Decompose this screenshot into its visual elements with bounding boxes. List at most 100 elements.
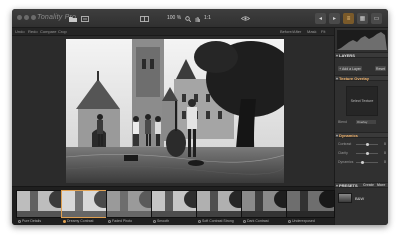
favorite-circle-icon[interactable] <box>153 219 156 223</box>
subbar-crop[interactable]: Crop <box>58 29 67 34</box>
current-preset-thumbnail[interactable] <box>338 193 352 203</box>
preset-thumbnail-label: Faded Photo <box>106 219 155 223</box>
arrow-right-icon: ▸ <box>332 16 336 22</box>
favorite-circle-icon[interactable] <box>198 219 201 223</box>
add-layer-button[interactable]: + Add a Layer <box>338 66 362 71</box>
slider-track[interactable] <box>356 162 378 163</box>
preview-toggle-button[interactable] <box>237 13 253 24</box>
preset-thumbnail[interactable] <box>16 190 65 218</box>
open-file-button[interactable] <box>68 13 78 24</box>
compare-view-button[interactable] <box>138 13 150 24</box>
layers-panel-button[interactable]: ▦ <box>357 13 368 24</box>
dynamics-section-header[interactable]: ▾ Dynamics <box>335 132 388 138</box>
secondary-toolbar: Undo Redo Compare Crop Before/After Mask… <box>12 28 334 36</box>
select-texture-box[interactable]: Select Texture <box>346 86 378 116</box>
preset-thumbnail-label: Soft Contrast Strong <box>196 219 245 223</box>
slider-handle[interactable] <box>365 142 369 146</box>
subbar-compare[interactable]: Compare <box>40 29 56 34</box>
preset-thumbnail[interactable] <box>151 190 200 218</box>
image-canvas[interactable] <box>12 36 334 186</box>
slider-value[interactable]: 0 <box>384 160 386 164</box>
favorite-circle-icon[interactable] <box>108 219 111 223</box>
preset-thumbnail[interactable] <box>106 190 155 218</box>
texture-section-title: Texture Overlay <box>339 76 369 81</box>
undo-button[interactable]: ◂ <box>315 13 326 24</box>
chevron-down-icon: ▾ <box>336 133 339 138</box>
slider-row: Dynamics 0 <box>338 160 386 164</box>
preset-name: Faded Photo <box>112 219 133 223</box>
close-window-button[interactable] <box>17 15 22 20</box>
favorite-circle-icon[interactable] <box>63 219 66 223</box>
right-toolbar-tools: ◂ ▸ ≡ ▦ ▭ <box>315 13 382 24</box>
preset-thumbnail-label: Smooth <box>151 219 200 223</box>
presets-section-header[interactable]: ▾ PRESETS Create More <box>335 182 388 188</box>
chevron-down-icon: ▾ <box>336 53 339 58</box>
app-window: Tonality Pro 100 % 1:1 ◂ ▸ ≡ ▦ ▭ Undo Re… <box>12 9 388 225</box>
preset-name: Dark Contrast <box>247 219 269 223</box>
adjust-panel-button[interactable]: ≡ <box>343 13 354 24</box>
save-button[interactable] <box>80 13 90 24</box>
eye-icon <box>240 16 250 21</box>
export-icon <box>81 15 89 22</box>
subbar-undo[interactable]: Undo <box>15 29 25 34</box>
edited-photo[interactable] <box>66 39 284 183</box>
magnifier-icon <box>185 15 191 22</box>
chevron-down-icon: ▾ <box>336 183 339 188</box>
split-view-icon <box>139 15 149 22</box>
preset-preview <box>152 191 199 217</box>
slider-label: Contrast <box>338 142 352 146</box>
adjustments-panel: ▾ LAYERS + Add a Layer Reset ▾ Texture O… <box>334 28 388 225</box>
subbar-mask[interactable]: Mask <box>307 29 317 34</box>
slider-label: Clarity <box>338 151 348 155</box>
sliders-icon: ≡ <box>346 15 351 22</box>
preset-filmstrip: Pure Details Dreamy Contrast Faded Photo Sm… <box>12 186 335 225</box>
export-panel-button[interactable]: ▭ <box>371 13 382 24</box>
slider-handle[interactable] <box>361 160 365 164</box>
preset-name: Smooth <box>157 219 170 223</box>
subbar-fit[interactable]: Fit <box>321 29 325 34</box>
layers-icon: ▦ <box>359 16 366 22</box>
preset-thumbnail[interactable] <box>196 190 245 218</box>
zoom-fit[interactable]: 1:1 <box>204 15 211 21</box>
texture-section-header[interactable]: ▾ Texture Overlay <box>335 75 388 81</box>
redo-button[interactable]: ▸ <box>329 13 340 24</box>
preset-preview <box>17 191 64 217</box>
preset-thumbnail[interactable] <box>61 190 110 218</box>
more-presets-button[interactable]: More <box>377 183 385 187</box>
layers-title: LAYERS <box>339 53 355 58</box>
histogram <box>337 30 387 50</box>
slider-value[interactable]: 0 <box>384 142 386 146</box>
slider-value[interactable]: 0 <box>384 151 386 155</box>
preset-name: Pure Details <box>22 219 42 223</box>
layers-section-header[interactable]: ▾ LAYERS <box>335 52 388 58</box>
main-toolbar: Tonality Pro 100 % 1:1 ◂ ▸ ≡ ▦ ▭ <box>12 9 388 28</box>
preset-preview <box>197 191 244 217</box>
slider-handle[interactable] <box>365 151 369 155</box>
create-preset-button[interactable]: Create <box>363 183 374 187</box>
zoom-window-button[interactable] <box>31 15 36 20</box>
hand-icon <box>195 16 200 22</box>
current-preset-name: B&W <box>355 196 365 201</box>
minimize-window-button[interactable] <box>24 15 29 20</box>
hand-tool-button[interactable] <box>194 13 200 24</box>
preset-thumbnail-label: Dreamy Contrast <box>61 219 110 223</box>
preset-thumbnail[interactable] <box>241 190 290 218</box>
blend-mode-select[interactable]: Overlay <box>356 120 376 124</box>
preset-thumbnail[interactable] <box>286 190 335 218</box>
zoom-in-button[interactable] <box>184 13 192 24</box>
subbar-redo[interactable]: Redo <box>28 29 38 34</box>
subbar-before-after[interactable]: Before/After <box>280 29 301 34</box>
reset-button[interactable]: Reset <box>375 66 386 71</box>
zoom-level[interactable]: 100 % <box>167 15 181 21</box>
preset-thumbnail-label: Dark Contrast <box>241 219 290 223</box>
blend-row: Blend Overlay <box>338 120 386 124</box>
favorite-circle-icon[interactable] <box>288 219 291 223</box>
presets-title: PRESETS <box>339 183 358 188</box>
preset-preview <box>62 191 109 217</box>
favorite-circle-icon[interactable] <box>243 219 246 223</box>
chevron-down-icon: ▾ <box>336 76 339 81</box>
favorite-circle-icon[interactable] <box>18 219 21 223</box>
export-icon: ▭ <box>373 16 380 22</box>
slider-label: Dynamics <box>338 160 354 164</box>
preset-preview <box>242 191 289 217</box>
